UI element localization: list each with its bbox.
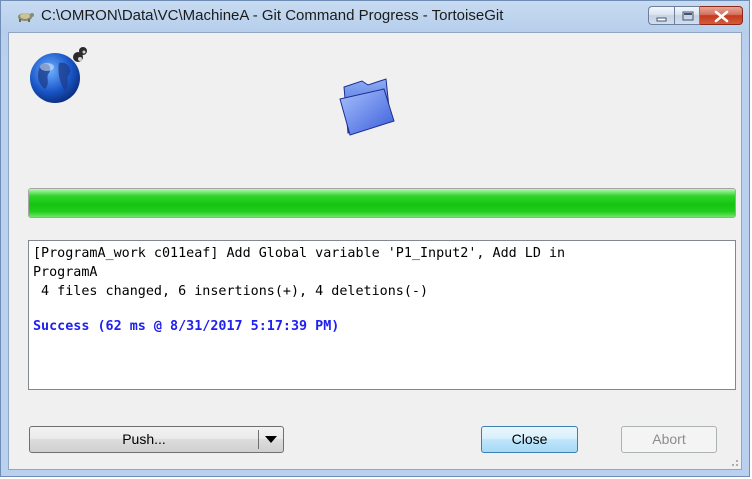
- window-title: C:\OMRON\Data\VC\MachineA - Git Command …: [41, 7, 504, 24]
- maximize-icon: [682, 11, 694, 21]
- dialog-window: C:\OMRON\Data\VC\MachineA - Git Command …: [0, 0, 750, 477]
- abort-button-label: Abort: [652, 431, 686, 447]
- close-window-button[interactable]: [700, 6, 743, 25]
- close-icon: [714, 10, 729, 23]
- close-button[interactable]: Close: [481, 426, 578, 453]
- success-status-line: Success (62 ms @ 8/31/2017 5:17:39 PM): [33, 319, 340, 334]
- maximize-button[interactable]: [674, 6, 700, 25]
- caption-buttons: [648, 6, 743, 26]
- folder-icon: [332, 77, 402, 137]
- log-line: ProgramA: [33, 265, 98, 280]
- chevron-down-icon: [265, 436, 277, 443]
- title-bar[interactable]: C:\OMRON\Data\VC\MachineA - Git Command …: [1, 1, 749, 32]
- resize-grip-icon[interactable]: [727, 455, 739, 467]
- minimize-icon: [656, 17, 667, 22]
- close-button-label: Close: [511, 431, 548, 447]
- push-dropdown-arrow[interactable]: [259, 427, 283, 452]
- push-button-label: Push...: [122, 431, 166, 447]
- minimize-button[interactable]: [648, 6, 674, 25]
- log-line: [ProgramA_work c011eaf] Add Global varia…: [33, 246, 566, 261]
- tortoisegit-app-icon[interactable]: [15, 9, 35, 23]
- progress-bar: [28, 188, 736, 218]
- progress-fill: [29, 189, 735, 217]
- command-output-log[interactable]: [ProgramA_work c011eaf] Add Global varia…: [28, 240, 736, 390]
- dialog-client-area: [ProgramA_work c011eaf] Add Global varia…: [8, 32, 742, 470]
- globe-network-icon: [27, 45, 89, 105]
- push-split-button[interactable]: Push...: [29, 426, 284, 453]
- abort-button[interactable]: Abort: [621, 426, 717, 453]
- log-lines: [ProgramA_work c011eaf] Add Global varia…: [33, 244, 731, 301]
- push-button[interactable]: Push...: [30, 427, 258, 452]
- log-line: 4 files changed, 6 insertions(+), 4 dele…: [33, 284, 429, 299]
